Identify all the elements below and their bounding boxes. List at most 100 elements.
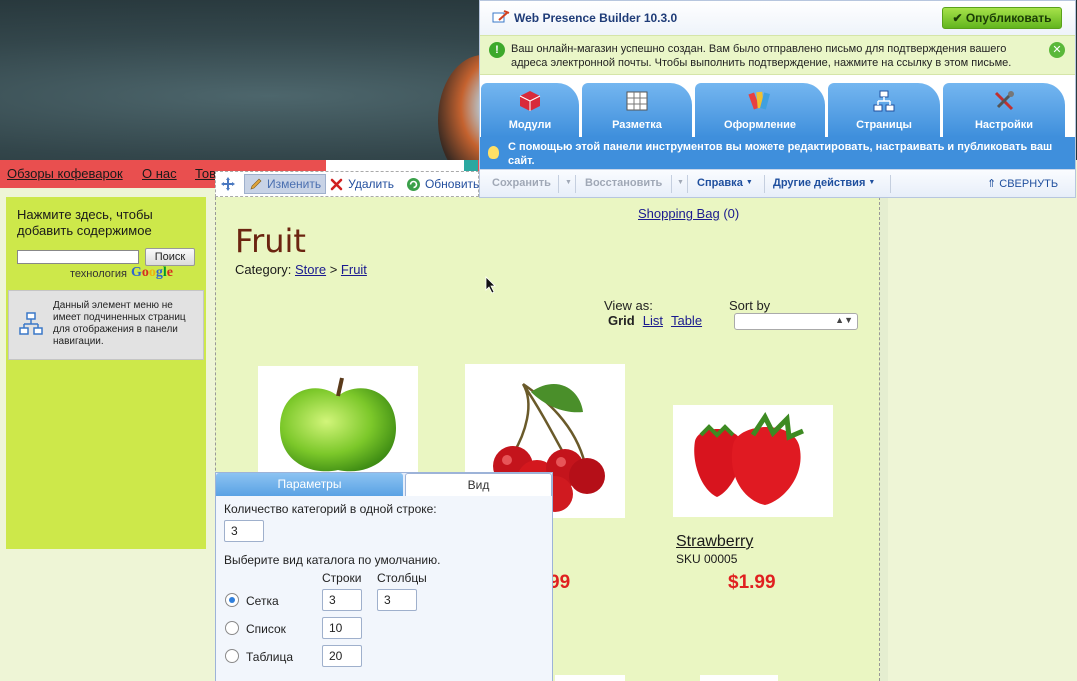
pencil-icon: [250, 178, 262, 190]
view-grid: Grid: [608, 313, 635, 328]
builder-info-text: С помощью этой панели инструментов вы мо…: [508, 141, 1053, 167]
builder-title: Web Presence Builder 10.3.0: [514, 11, 678, 25]
builder-actions: Сохранить ▼ Восстановить ▼ Справка ▼ Друг…: [480, 169, 1075, 197]
product-name-strawberry[interactable]: Strawberry: [676, 533, 753, 551]
product-sku-strawberry: SKU 00005: [676, 552, 738, 566]
menu-note-text: Данный элемент меню не имеет подчиненных…: [53, 300, 186, 347]
tech-label: технология: [70, 268, 128, 280]
nav-link-about[interactable]: О нас: [142, 166, 177, 181]
delete-x-icon: [330, 178, 343, 190]
help-menu[interactable]: Справка ▼: [697, 177, 753, 189]
delete-button[interactable]: Удалить: [326, 174, 398, 194]
publish-button[interactable]: ✔ Опубликовать: [942, 7, 1062, 29]
view-list[interactable]: List: [643, 313, 663, 328]
radio-grid[interactable]: [225, 593, 239, 607]
cube-icon: [519, 91, 541, 111]
sort-select[interactable]: ▲▼: [734, 313, 858, 330]
tab-layout[interactable]: Разметка: [582, 83, 692, 137]
search-button[interactable]: Поиск: [145, 248, 195, 266]
refresh-button[interactable]: Обновить: [402, 174, 483, 194]
collapse-icon: ⇑: [987, 178, 997, 190]
strawberry-icon: [694, 412, 804, 505]
palette-icon: [748, 91, 770, 110]
shopping-bag-count: (0): [723, 206, 740, 221]
notice-text: Ваш онлайн-магазин успешно создан. Вам б…: [511, 43, 1012, 69]
element-edit-toolbar: Изменить Удалить Обновить: [215, 171, 479, 197]
builder-logo-icon: [492, 10, 510, 23]
radio-list[interactable]: [225, 621, 239, 635]
grid-rows-input[interactable]: 3: [322, 589, 362, 611]
restore-button[interactable]: Восстановить: [585, 177, 662, 189]
tab-design[interactable]: Оформление: [695, 83, 825, 137]
builder-toolbar: Web Presence Builder 10.3.0 ✔ Опубликова…: [479, 0, 1076, 198]
panel-tabs: Параметры Вид: [216, 473, 552, 496]
builder-info-bar: С помощью этой панели инструментов вы мо…: [480, 137, 1075, 169]
builder-tabs: Модули Разметка Оформление Страницы Наст…: [480, 77, 1075, 137]
add-content-hint[interactable]: Нажмите здесь, чтобы добавить содержимое: [17, 207, 197, 239]
grid-cols-input[interactable]: 3: [377, 589, 417, 611]
mouse-cursor-icon: [485, 276, 496, 294]
product-card-stub: [555, 675, 625, 681]
chevron-down-icon: ▼: [868, 179, 876, 186]
view-options: Grid List Table: [608, 313, 702, 328]
product-image-apple[interactable]: [258, 366, 418, 476]
collapse-button[interactable]: ⇑ СВЕРНУТЬ: [987, 177, 1058, 190]
chevron-down-icon: ▼: [745, 179, 753, 186]
radio-table[interactable]: [225, 649, 239, 663]
default-view-label: Выберите вид каталога по умолчанию.: [224, 553, 441, 567]
move-icon: [221, 177, 235, 191]
product-card-stub: [700, 675, 778, 681]
list-rows-input[interactable]: 10: [322, 617, 362, 639]
tab-modules[interactable]: Модули: [481, 83, 579, 137]
chevron-down-icon: ▼: [565, 179, 572, 186]
move-handle[interactable]: [216, 174, 240, 194]
sitemap-icon: [19, 312, 43, 335]
breadcrumb: Category: Store > Fruit: [235, 262, 367, 277]
select-arrows-icon: ▲▼: [835, 315, 853, 325]
rows-header: Строки: [322, 571, 362, 585]
sidebar[interactable]: Нажмите здесь, чтобы добавить содержимое…: [6, 197, 206, 549]
menu-note: Данный элемент меню не имеет подчиненных…: [8, 290, 204, 360]
cols-header: Столбцы: [377, 571, 427, 585]
google-logo: Google: [131, 265, 173, 280]
nav-link-products[interactable]: Тов: [195, 166, 216, 181]
view-table[interactable]: Table: [671, 313, 702, 328]
radio-grid-label: Сетка: [246, 594, 279, 608]
tab-parameters[interactable]: Параметры: [216, 473, 403, 496]
product-image-strawberry[interactable]: [673, 405, 833, 517]
breadcrumb-fruit[interactable]: Fruit: [341, 262, 367, 277]
table-rows-input[interactable]: 20: [322, 645, 362, 667]
refresh-icon: [406, 177, 420, 191]
page-title: Fruit: [235, 222, 306, 260]
tab-view[interactable]: Вид: [405, 473, 552, 496]
panel-body: Количество категорий в одной строке: 3 В…: [216, 496, 552, 681]
nav-link-reviews[interactable]: Обзоры кофеварок: [7, 166, 123, 181]
other-actions-menu[interactable]: Другие действия ▼: [773, 177, 875, 189]
breadcrumb-store[interactable]: Store: [295, 262, 326, 277]
restore-dropdown[interactable]: ▼: [674, 177, 684, 189]
catalog-settings-panel: Параметры Вид Количество категорий в одн…: [215, 472, 553, 681]
edit-button[interactable]: Изменить: [244, 174, 327, 194]
tab-pages[interactable]: Страницы: [828, 83, 940, 137]
content-right-edge: [880, 197, 888, 681]
check-icon: ✔: [952, 11, 963, 25]
categories-per-row-input[interactable]: 3: [224, 520, 264, 542]
tab-settings[interactable]: Настройки: [943, 83, 1065, 137]
success-notice: ! Ваш онлайн-магазин успешно создан. Вам…: [480, 35, 1075, 75]
save-button[interactable]: Сохранить: [492, 177, 551, 189]
save-dropdown[interactable]: ▼: [562, 177, 572, 189]
lightbulb-icon: [488, 146, 499, 159]
shopping-bag[interactable]: Shopping Bag (0): [638, 206, 739, 221]
grid-layout-icon: [626, 91, 648, 111]
search-input[interactable]: [17, 250, 139, 264]
product-price-strawberry: $1.99: [728, 572, 776, 593]
close-icon[interactable]: ✕: [1049, 42, 1065, 58]
shopping-bag-link[interactable]: Shopping Bag: [638, 206, 720, 221]
sort-by-label: Sort by: [729, 298, 771, 313]
sitemap-icon: [873, 90, 895, 112]
radio-table-label: Таблица: [246, 650, 294, 664]
builder-header: Web Presence Builder 10.3.0 ✔ Опубликова…: [480, 1, 1075, 35]
view-as-label: View as:: [604, 298, 653, 313]
chevron-down-icon: ▼: [677, 179, 684, 186]
categories-per-row-label: Количество категорий в одной строке:: [224, 502, 437, 516]
